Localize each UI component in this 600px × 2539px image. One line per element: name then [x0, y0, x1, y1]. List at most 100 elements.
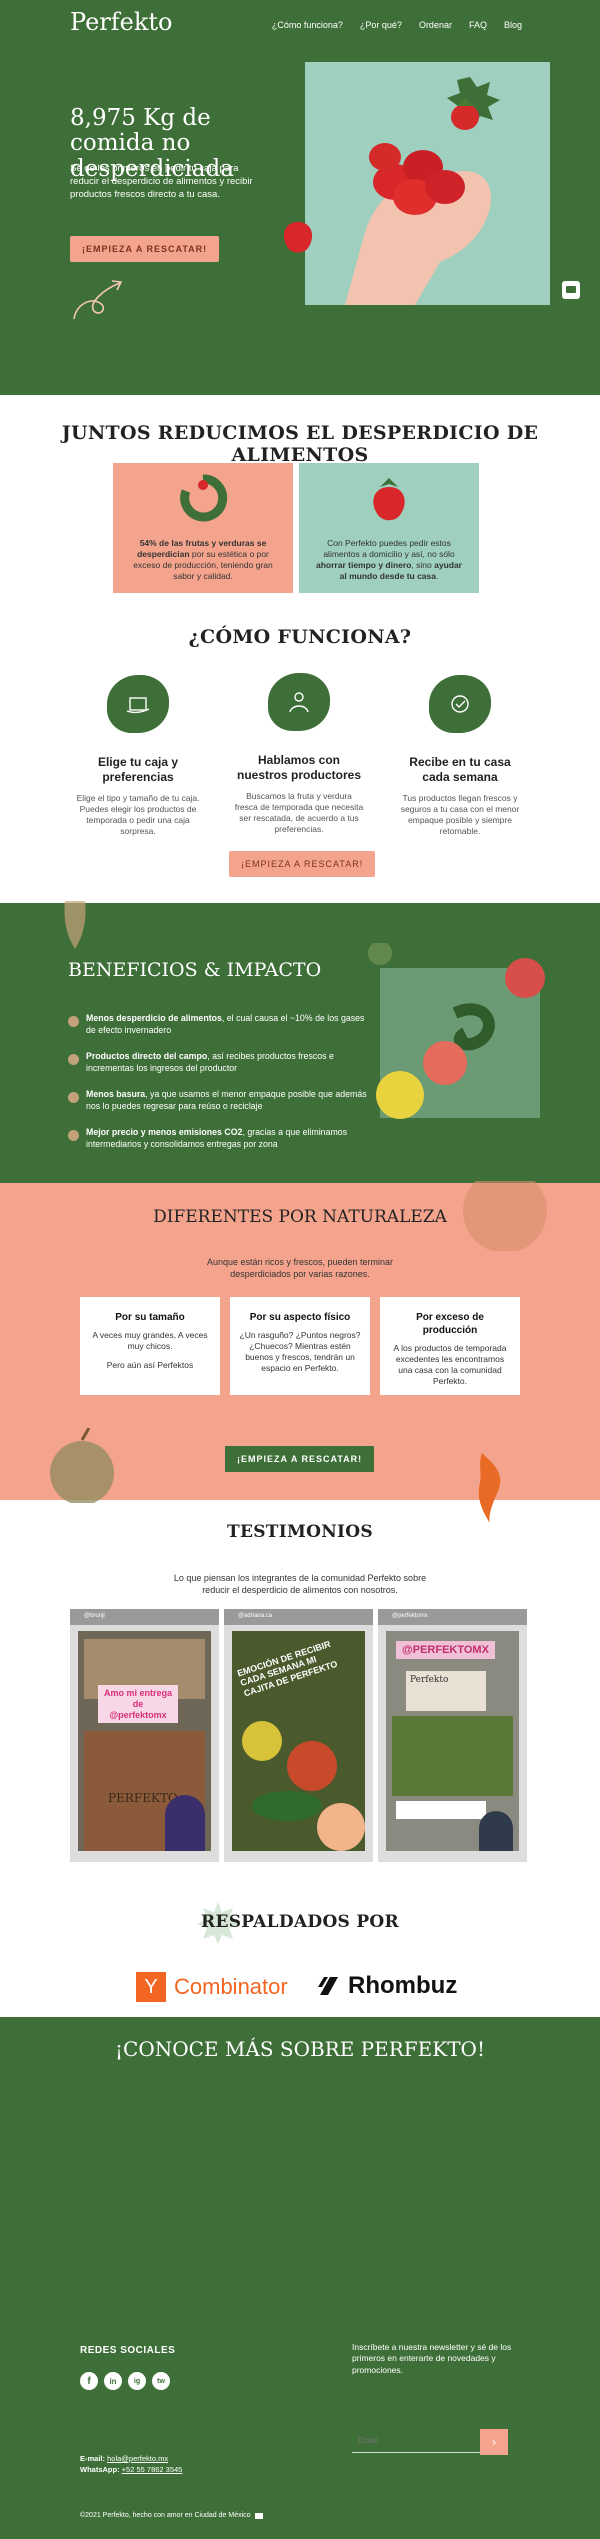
- testimonial-story[interactable]: @adriana.ca EMOCIÓN DE RECIBIR CADA SEMA…: [224, 1609, 373, 1862]
- story-caption: @PERFEKTOMX: [396, 1641, 495, 1659]
- bullet-dot: [68, 1016, 79, 1027]
- reduce-card-2-text2: , sino: [411, 560, 435, 571]
- benefit-item: Menos basura, ya que usamos el menor emp…: [68, 1089, 368, 1113]
- how-step-1: Elige tu caja y preferencias Elige el ti…: [73, 675, 203, 837]
- twitter-icon[interactable]: tw: [152, 2372, 170, 2390]
- linkedin-icon[interactable]: in: [104, 2372, 122, 2390]
- different-card-title: Por su aspecto físico: [249, 1312, 351, 1323]
- email-label: E-mail:: [80, 2454, 106, 2463]
- different-section: DIFERENTES POR NATURALEZA Aunque están r…: [0, 1181, 600, 1523]
- nav-por-que[interactable]: ¿Por qué?: [360, 20, 402, 30]
- testimonials-subtitle: Lo que piensan los integrantes de la com…: [173, 1573, 427, 1596]
- nav-ordenar[interactable]: Ordenar: [419, 20, 452, 30]
- how-step-3: Recibe en tu casa cada semana Tus produc…: [395, 675, 525, 837]
- social-title: REDES SOCIALES: [80, 2345, 176, 2356]
- different-card-title: Por su tamaño: [115, 1312, 185, 1323]
- how-step-1-title: Elige tu caja y preferencias: [97, 755, 179, 784]
- rhombuz-mark-icon: [318, 1977, 338, 1995]
- strawberry-icon: [283, 214, 313, 253]
- newsletter-email-input[interactable]: [352, 2429, 480, 2453]
- benefits-title: BENEFICIOS & IMPACTO: [68, 959, 322, 981]
- how-cta-button[interactable]: ¡EMPIEZA A RESCATAR!: [229, 851, 376, 877]
- whatsapp-link[interactable]: +52 55 7862 3545: [122, 2465, 183, 2474]
- strawberry-icon: [373, 478, 405, 521]
- nav-como-funciona[interactable]: ¿Cómo funciona?: [272, 20, 343, 30]
- different-card: Por exceso de producción A los productos…: [380, 1297, 520, 1395]
- how-step-3-text: Tus productos llegan frescos y seguros a…: [400, 793, 520, 837]
- benefit-item: Menos desperdicio de alimentos, el cual …: [68, 1013, 368, 1037]
- box-hand-icon: [107, 675, 169, 733]
- story-box-text: PERFEKTO: [108, 1791, 178, 1805]
- rhombuz-wordmark: Rhombuz: [348, 1972, 458, 1999]
- copyright-text: ©2021 Perfekto, hecho con amor en Ciudad…: [80, 2512, 251, 2519]
- how-title: ¿CÓMO FUNCIONA?: [188, 626, 412, 648]
- instagram-icon[interactable]: ig: [128, 2372, 146, 2390]
- bullet-dot: [68, 1092, 79, 1103]
- reduce-title: JUNTOS REDUCIMOS EL DESPERDICIO DE ALIME…: [61, 422, 539, 466]
- testimonial-story[interactable]: @perfektomx @PERFEKTOMX Perfekto: [378, 1609, 527, 1862]
- story-handle: @adriana.ca: [224, 1609, 373, 1625]
- reduce-card-2: Con Perfekto puedes pedir estos alimento…: [299, 463, 479, 593]
- more-title: ¡CONOCE MÁS SOBRE PERFEKTO!: [115, 2037, 485, 2061]
- how-step-1-text: Elige el tipo y tamaño de tu caja. Puede…: [76, 793, 200, 837]
- main-nav: ¿Cómo funciona? ¿Por qué? Ordenar FAQ Bl…: [272, 20, 522, 30]
- different-card-text: A los productos de temporada excedentes …: [393, 1343, 507, 1387]
- logo[interactable]: Perfekto: [70, 8, 172, 36]
- social-links: f in ig tw: [80, 2372, 170, 2390]
- newsletter-text: Inscríbete a nuestra newsletter y sé de …: [352, 2342, 512, 2375]
- different-title: DIFERENTES POR NATURALEZA: [153, 1207, 447, 1227]
- story-caption: Amo mi entrega de @perfektomx: [98, 1685, 178, 1724]
- contact-info: E-mail: hola@perfekto.mx WhatsApp: +52 5…: [80, 2454, 182, 2475]
- email-link[interactable]: hola@perfekto.mx: [107, 2454, 168, 2463]
- arrow-right-icon: ›: [492, 2435, 496, 2449]
- delivery-box-icon: [429, 675, 491, 733]
- reduce-card-2-text3: .: [436, 571, 439, 582]
- benefit-item: Mejor precio y menos emisiones CO2, grac…: [68, 1127, 368, 1151]
- different-card-title: Por exceso de producción: [416, 1312, 484, 1336]
- benefit-item: Productos directo del campo, así recibes…: [68, 1051, 368, 1075]
- bullet-dot: [68, 1130, 79, 1141]
- different-card: Por su tamaño A veces muy grandes, A vec…: [80, 1297, 220, 1395]
- carrot-decoration: [478, 1453, 501, 1523]
- hero-section: Perfekto ¿Cómo funciona? ¿Por qué? Orden…: [0, 0, 600, 395]
- blurred-apple-decoration: [50, 1428, 114, 1503]
- how-step-2-title: Hablamos con nuestros productores: [236, 753, 362, 782]
- how-step-3-title: Recibe en tu casa cada semana: [409, 755, 511, 784]
- different-cta-button[interactable]: ¡EMPIEZA A RESCATAR!: [225, 1446, 375, 1472]
- story-handle: @perfektomx: [378, 1609, 527, 1625]
- testimonial-story[interactable]: @brunji Amo mi entrega de @perfektomx PE…: [70, 1609, 219, 1862]
- facebook-icon[interactable]: f: [80, 2372, 98, 2390]
- newsletter-submit-button[interactable]: ›: [480, 2429, 508, 2455]
- hero-lead: Sé de los primeros en pedir tu caja para…: [70, 163, 253, 200]
- copyright: ©2021 Perfekto, hecho con amor en Ciudad…: [80, 2512, 263, 2519]
- story-handle: @brunji: [70, 1609, 219, 1625]
- floating-produce-image: [368, 943, 545, 1119]
- broken-ring-vegetable-icon: [180, 474, 228, 522]
- yc-wordmark: Combinator: [174, 1974, 288, 1999]
- testimonials-title: TESTIMONIOS: [227, 1522, 373, 1542]
- reduce-card-1: 54% de las frutas y verduras se desperdi…: [113, 463, 293, 593]
- nav-blog[interactable]: Blog: [504, 20, 522, 30]
- different-subtitle: Aunque están ricos y frescos, pueden ter…: [206, 1257, 394, 1280]
- nav-faq[interactable]: FAQ: [469, 20, 487, 30]
- footer-section: ¡CONOCE MÁS SOBRE PERFEKTO! REDES SOCIAL…: [0, 2017, 600, 2539]
- different-card: Por su aspecto físico ¿Un rasguño? ¿Punt…: [230, 1297, 370, 1395]
- reduce-card-2-text1: Con Perfekto puedes pedir estos alimento…: [323, 538, 455, 560]
- chat-widget-button[interactable]: [562, 281, 580, 299]
- farmer-icon: [268, 673, 330, 731]
- different-card-text2: Pero aún así Perfektos: [106, 1360, 194, 1371]
- how-step-2-text: Buscamos la fruta y verdura fresca de te…: [234, 791, 364, 835]
- yc-mark: Y: [136, 1972, 166, 2002]
- benefits-section: BENEFICIOS & IMPACTO Menos desperdicio d…: [0, 901, 600, 1183]
- bullet-dot: [68, 1054, 79, 1065]
- backers-title: RESPALDADOS POR: [201, 1912, 399, 1932]
- chat-icon: [566, 286, 576, 293]
- rhombuz-logo[interactable]: Rhombuz: [316, 1972, 457, 2000]
- story-box-text: Perfekto: [406, 1671, 486, 1711]
- ycombinator-logo[interactable]: Y Combinator: [136, 1972, 288, 2002]
- reduce-card-2-bold1: ahorrar tiempo y dinero: [316, 560, 412, 571]
- story-caption: EMOCIÓN DE RECIBIR CADA SEMANA MI CAJITA…: [236, 1638, 339, 1699]
- hero-cta-button[interactable]: ¡EMPIEZA A RESCATAR!: [70, 236, 220, 262]
- arrow-doodle-icon: [73, 280, 123, 320]
- whatsapp-label: WhatsApp:: [80, 2464, 120, 2474]
